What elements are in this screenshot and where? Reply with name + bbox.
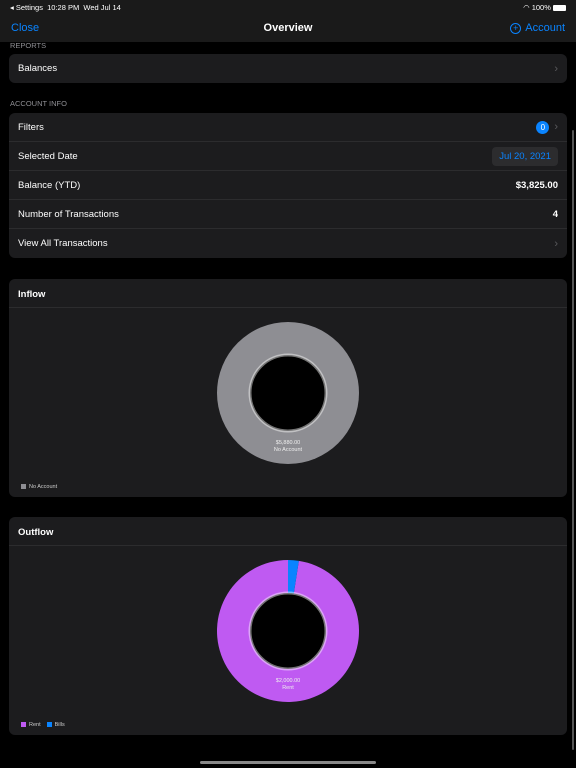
nav-bar: Close Overview + Account [0,14,576,42]
transactions-label: Number of Transactions [18,208,119,220]
filters-count-badge: 0 [536,120,550,134]
close-button[interactable]: Close [11,22,39,34]
donut-hole [248,353,328,433]
wifi-icon: ◠ [523,3,530,12]
legend-item: Bills [46,722,65,728]
account-label: Account [525,22,565,34]
balance-row: Balance (YTD) $3,825.00 [9,171,567,200]
account-info-header: ACCOUNT INFO [10,99,67,108]
transactions-count: 4 [552,208,558,220]
selected-date-label: Selected Date [18,150,78,162]
view-all-transactions-row[interactable]: View All Transactions › [9,229,567,258]
chevron-right-icon: › [554,120,558,133]
add-account-button[interactable]: + Account [510,22,565,34]
back-to-settings[interactable]: ◂ Settings [10,3,43,12]
scrollbar[interactable] [572,130,574,750]
center-name-label: No Account [274,447,303,453]
transactions-count-row: Number of Transactions 4 [9,200,567,229]
outflow-card: Outflow $2,000.00 Rent Rent Bills [9,517,567,735]
inflow-donut-chart: $5,880.00No Account [217,322,359,464]
legend-item: No Account [21,484,57,490]
outflow-legend: Rent Bills [21,722,65,728]
balances-label: Balances [18,63,58,74]
filters-row[interactable]: Filters 0 › [9,113,567,142]
selected-date-row: Selected Date Jul 20, 2021 [9,142,567,171]
account-info-group: Filters 0 › Selected Date Jul 20, 2021 Bala… [9,113,567,258]
balance-value: $3,825.00 [515,179,558,191]
status-bar: ◂ Settings 10:28 PM Wed Jul 14 ◠ 100% [0,0,576,14]
outflow-donut-chart: $2,000.00Rent [217,560,360,702]
page-title: Overview [263,22,313,34]
home-indicator [200,761,376,764]
reports-group: Balances › [9,54,567,83]
balances-row[interactable]: Balances › [9,54,567,83]
battery-level: 100% [531,3,551,12]
battery-icon [553,5,566,12]
center-value-label: $5,880.00 [276,440,300,446]
chevron-right-icon: › [554,62,558,75]
reports-header: REPORTS [10,41,47,50]
balance-label: Balance (YTD) [18,179,81,191]
date-picker[interactable]: Jul 20, 2021 [492,146,558,166]
time: 10:28 PM [47,3,80,12]
center-value-label: $2,000.00 [276,678,300,684]
chevron-right-icon: › [554,237,558,250]
date: Wed Jul 14 [83,3,121,12]
legend-item: Rent [21,722,41,728]
view-all-label: View All Transactions [18,238,108,249]
inflow-card: Inflow $5,880.00 No Account No Account [9,279,567,497]
plus-circle-icon: + [510,22,522,34]
center-name-label: Rent [282,685,294,691]
filters-label: Filters [18,121,44,133]
inflow-legend: No Account [21,484,57,490]
donut-hole [248,591,328,671]
